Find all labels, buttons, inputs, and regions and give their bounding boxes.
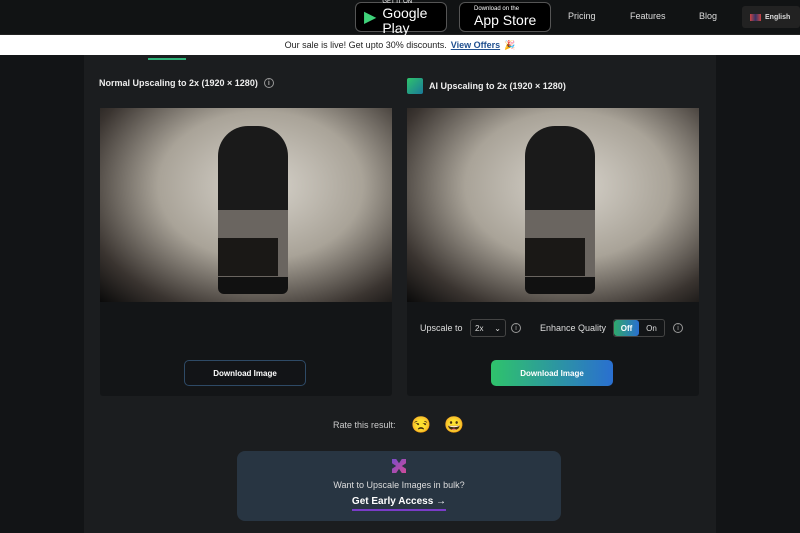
chevron-down-icon: ⌄	[494, 323, 501, 333]
upscale-select[interactable]: 2x ⌄	[470, 319, 506, 337]
ai-upscale-icon	[407, 78, 423, 94]
view-offers-link[interactable]: View Offers	[451, 40, 500, 50]
info-icon[interactable]: i	[263, 78, 274, 88]
upscale-to-label: Upscale to	[420, 323, 463, 333]
nav-features[interactable]: Features	[630, 11, 666, 21]
google-play-button[interactable]: ▶ GET IT ON Google Play	[355, 0, 447, 35]
ai-upscaling-title: AI Upscaling to 2x (1920 × 1280)	[407, 78, 566, 94]
party-icon: 🎉	[504, 39, 516, 50]
download-normal-button[interactable]: Download Image	[184, 360, 306, 386]
uk-flag-icon	[750, 13, 761, 21]
google-play-icon: ▶	[364, 9, 377, 26]
ai-upscale-panel: Download Image	[407, 108, 699, 396]
language-selector[interactable]: English	[742, 6, 800, 28]
normal-upscaled-image	[100, 108, 392, 302]
sale-banner: Our sale is live! Get upto 30% discounts…	[0, 35, 800, 55]
nav-blog[interactable]: Blog	[699, 11, 717, 21]
toggle-on-option[interactable]: On	[639, 320, 664, 336]
top-nav: ▶ GET IT ON Google Play Download on the Ap…	[0, 0, 800, 35]
bulk-logo-icon	[392, 459, 406, 473]
enhance-quality-toggle[interactable]: Off On	[613, 319, 665, 337]
rate-bad-button[interactable]: 😒	[411, 415, 431, 435]
bulk-upscale-card: Want to Upscale Images in bulk? Get Earl…	[237, 451, 561, 521]
normal-upscaling-title: Normal Upscaling to 2x (1920 × 1280) i	[99, 78, 274, 88]
normal-upscale-panel: Download Image	[100, 108, 392, 396]
nav-pricing[interactable]: Pricing	[568, 11, 596, 21]
active-tab-indicator	[148, 58, 186, 60]
rate-label: Rate this result:	[333, 420, 396, 430]
upscale-info-icon[interactable]: i	[511, 323, 521, 333]
enhance-quality-label: Enhance Quality	[540, 323, 607, 333]
ai-upscaled-image	[407, 108, 699, 302]
get-early-access-link[interactable]: Get Early Access →	[351, 496, 447, 511]
app-store-button[interactable]: Download on the App Store	[459, 2, 551, 32]
enhance-info-icon[interactable]: i	[673, 323, 683, 333]
download-ai-button[interactable]: Download Image	[491, 360, 613, 386]
bulk-question: Want to Upscale Images in bulk?	[333, 480, 465, 490]
toggle-off-option[interactable]: Off	[614, 320, 639, 336]
rate-good-button[interactable]: 😀	[444, 415, 464, 435]
